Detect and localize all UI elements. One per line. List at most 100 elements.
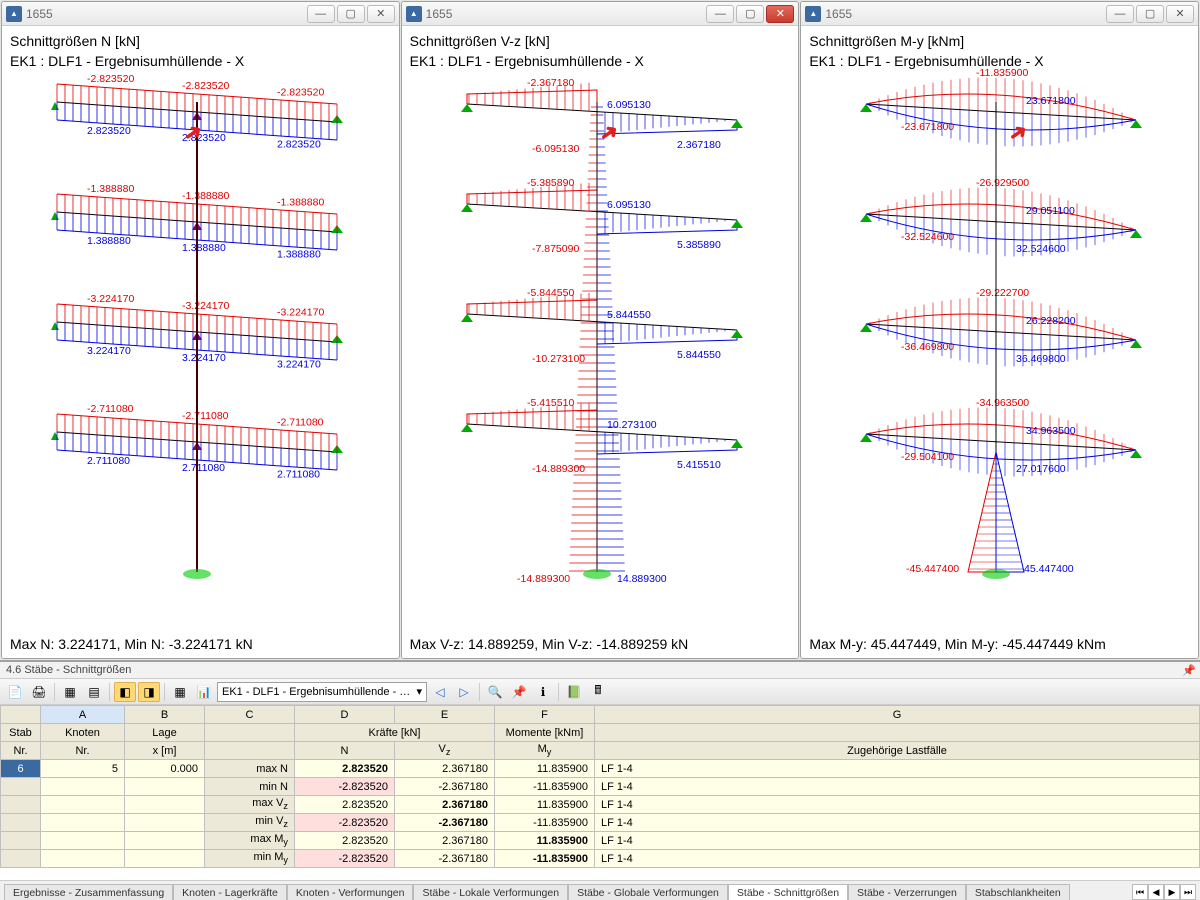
tab-nav-btn[interactable]: ▶ [1164,884,1180,900]
tab-1[interactable]: Knoten - Lagerkräfte [173,884,287,900]
svg-text:-14.889300: -14.889300 [532,463,585,475]
load-case-combo[interactable]: EK1 - DLF1 - Ergebnisumhüllende - …▾ [217,682,427,702]
minimize-button[interactable]: — [706,5,734,23]
table-row[interactable]: min My -2.823520 -2.367180 -11.835900 LF… [1,850,1200,868]
svg-text:45.447400: 45.447400 [1024,563,1074,575]
svg-text:-2.367180: -2.367180 [527,77,574,89]
svg-text:5.844550: 5.844550 [607,309,651,321]
table-row[interactable]: max My 2.823520 2.367180 11.835900 LF 1-… [1,832,1200,850]
tool-chart[interactable]: 📊 [193,682,215,702]
svg-text:-2.711080: -2.711080 [87,403,134,415]
svg-text:-2.823520: -2.823520 [277,87,324,99]
child-window: ▲ 1655 — ▢ ✕ Schnittgrößen N [kN]EK1 : D… [1,1,400,659]
panel-title-bar: 4.6 Stäbe - Schnittgrößen 📌 [0,662,1200,679]
tool-excel[interactable]: 📗 [563,682,585,702]
svg-text:2.711080: 2.711080 [277,469,320,481]
minimize-button[interactable]: — [307,5,335,23]
tool-pin[interactable]: 📌 [508,682,530,702]
tool-view1[interactable]: ▦ [59,682,81,702]
svg-text:5.385890: 5.385890 [677,239,721,251]
svg-text:34.963500: 34.963500 [1026,425,1076,437]
nav-prev[interactable]: ◁ [429,682,451,702]
tab-nav-btn[interactable]: ◀ [1148,884,1164,900]
svg-text:10.273100: 10.273100 [607,419,657,431]
results-panel: 4.6 Stäbe - Schnittgrößen 📌 📄 🖨 ▦ ▤ ◧ ◨ … [0,660,1200,900]
tab-nav-btn[interactable]: ⏭ [1180,884,1196,900]
tool-table[interactable]: ▦ [169,682,191,702]
window-titlebar[interactable]: ▲ 1655 — ▢ ✕ [402,2,799,26]
svg-text:1.388880: 1.388880 [87,235,131,247]
svg-text:-5.385890: -5.385890 [527,177,574,189]
tab-2[interactable]: Knoten - Verformungen [287,884,414,900]
tool-filter1[interactable]: ◧ [114,682,136,702]
table-row[interactable]: min N -2.823520 -2.367180 -11.835900 LF … [1,778,1200,796]
window-title: 1655 [26,7,303,21]
results-grid[interactable]: A B C D E F G Stab Knoten Lage Kräfte [k… [0,705,1200,880]
tab-7[interactable]: Stabschlankheiten [966,884,1070,900]
window-title: 1655 [825,7,1102,21]
window-titlebar[interactable]: ▲ 1655 — ▢ ✕ [801,2,1198,26]
svg-text:1.388880: 1.388880 [277,249,321,261]
diagram-canvas[interactable]: Schnittgrößen V-z [kN]EK1 : DLF1 - Ergeb… [402,26,799,658]
svg-text:-29.504100: -29.504100 [901,451,954,463]
table-row[interactable]: 6 5 0.000 max N 2.823520 2.367180 11.835… [1,760,1200,778]
svg-text:-6.095130: -6.095130 [532,143,579,155]
tool-view2[interactable]: ▤ [83,682,105,702]
tab-0[interactable]: Ergebnisse - Zusammenfassung [4,884,173,900]
maximize-button[interactable]: ▢ [337,5,365,23]
diagram-canvas[interactable]: Schnittgrößen N [kN]EK1 : DLF1 - Ergebni… [2,26,399,658]
panel-toolbar: 📄 🖨 ▦ ▤ ◧ ◨ ▦ 📊 EK1 - DLF1 - Ergebnisumh… [0,679,1200,705]
tab-4[interactable]: Stäbe - Globale Verformungen [568,884,728,900]
svg-text:27.017600: 27.017600 [1016,463,1066,475]
tool-print[interactable]: 🖨 [28,682,50,702]
svg-text:-1.388880: -1.388880 [87,183,134,195]
svg-text:-34.963500: -34.963500 [976,397,1029,409]
svg-text:-32.524600: -32.524600 [901,231,954,243]
svg-text:-2.711080: -2.711080 [182,410,229,422]
svg-text:-1.388880: -1.388880 [277,197,324,209]
tab-nav-btn[interactable]: ⏮ [1132,884,1148,900]
mdi-container: ▲ 1655 — ▢ ✕ Schnittgrößen N [kN]EK1 : D… [0,0,1200,660]
tab-6[interactable]: Stäbe - Verzerrungen [848,884,966,900]
svg-text:6.095130: 6.095130 [607,99,651,111]
window-titlebar[interactable]: ▲ 1655 — ▢ ✕ [2,2,399,26]
close-button[interactable]: ✕ [1166,5,1194,23]
svg-text:32.524600: 32.524600 [1016,243,1066,255]
svg-text:-2.711080: -2.711080 [277,417,324,429]
svg-text:-2.823520: -2.823520 [87,73,134,85]
tool-calc[interactable]: 🖩 [587,682,609,702]
table-row[interactable]: min Vz -2.823520 -2.367180 -11.835900 LF… [1,814,1200,832]
close-button[interactable]: ✕ [367,5,395,23]
svg-text:-29.222700: -29.222700 [976,287,1029,299]
results-table: A B C D E F G Stab Knoten Lage Kräfte [k… [0,705,1200,868]
maximize-button[interactable]: ▢ [736,5,764,23]
close-button[interactable]: ✕ [766,5,794,23]
minimize-button[interactable]: — [1106,5,1134,23]
pin-icon[interactable]: 📌 [1182,664,1196,677]
svg-text:1.388880: 1.388880 [182,242,226,254]
diagram-canvas[interactable]: Schnittgrößen M-y [kNm]EK1 : DLF1 - Erge… [801,26,1198,658]
svg-text:5.415510: 5.415510 [677,459,721,471]
tab-3[interactable]: Stäbe - Lokale Verformungen [413,884,568,900]
svg-text:14.889300: 14.889300 [617,573,667,585]
nav-next[interactable]: ▷ [453,682,475,702]
tool-refresh[interactable]: 📄 [4,682,26,702]
app-icon: ▲ [406,6,422,22]
svg-text:x: x [886,657,891,658]
table-row[interactable]: max Vz 2.823520 2.367180 11.835900 LF 1-… [1,796,1200,814]
tab-5[interactable]: Stäbe - Schnittgrößen [728,884,848,900]
svg-text:x: x [487,657,492,658]
svg-text:-1.388880: -1.388880 [182,190,229,202]
tool-filter2[interactable]: ◨ [138,682,160,702]
maximize-button[interactable]: ▢ [1136,5,1164,23]
svg-text:-26.929500: -26.929500 [976,177,1029,189]
svg-text:-7.875090: -7.875090 [532,243,579,255]
svg-text:-23.671800: -23.671800 [901,121,954,133]
svg-text:3.224170: 3.224170 [87,345,131,357]
child-window: ▲ 1655 — ▢ ✕ Schnittgrößen V-z [kN]EK1 :… [401,1,800,659]
tool-search[interactable]: 🔍 [484,682,506,702]
tool-info[interactable]: ℹ [532,682,554,702]
svg-text:3.224170: 3.224170 [277,359,321,371]
panel-tabs: Ergebnisse - ZusammenfassungKnoten - Lag… [0,880,1200,900]
svg-text:-5.415510: -5.415510 [527,397,574,409]
